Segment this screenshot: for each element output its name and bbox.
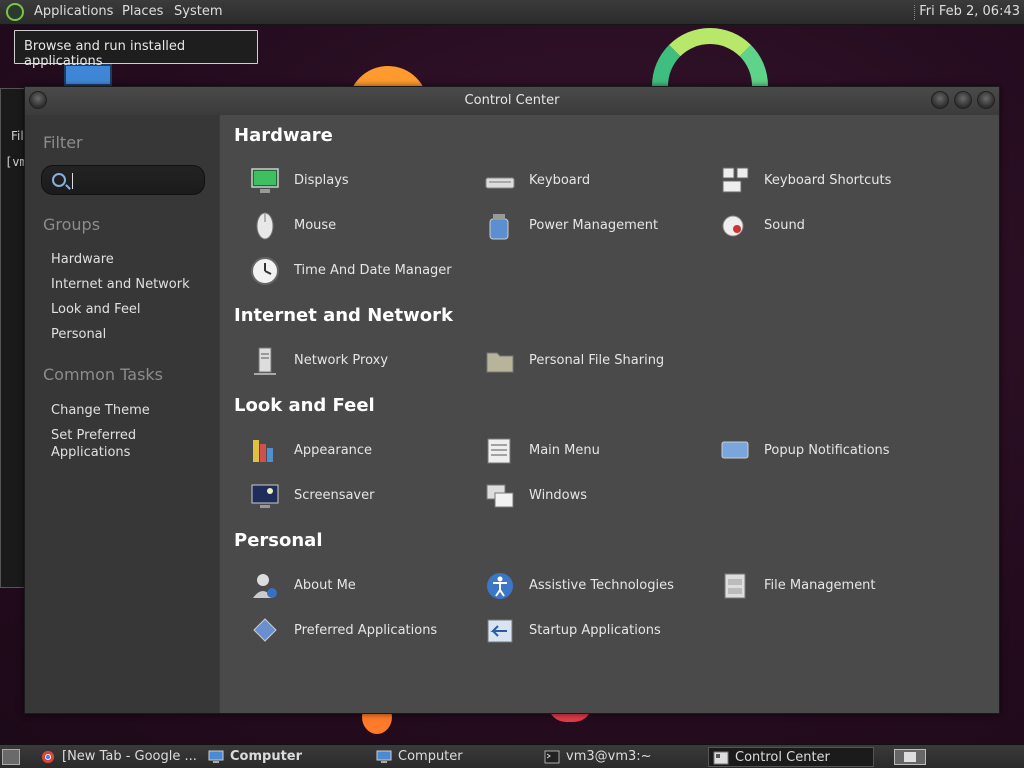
section-title-look-and-feel: Look and Feel <box>234 395 375 416</box>
launcher-windows[interactable]: Windows <box>469 478 699 514</box>
taskbar-item-computer-2[interactable]: Computer <box>372 747 536 767</box>
sound-icon <box>722 215 744 237</box>
section-title-personal: Personal <box>234 530 323 551</box>
startup-apps-icon <box>487 619 513 643</box>
launcher-mouse[interactable]: Mouse <box>234 208 464 244</box>
control-center-icon <box>713 751 729 765</box>
clock[interactable]: Fri Feb 2, 06:43 <box>919 4 1020 19</box>
taskbar-item-chrome[interactable]: [New Tab - Google ... <box>36 747 200 767</box>
close-button[interactable] <box>977 91 995 109</box>
task-link-preferred-apps[interactable]: Set Preferred Applications <box>51 427 161 461</box>
chrome-icon <box>41 750 55 764</box>
preferred-apps-icon <box>253 618 277 642</box>
accessibility-icon <box>487 573 513 599</box>
applications-menu-icon[interactable] <box>6 3 24 21</box>
top-panel: Applications Places System Fri Feb 2, 06… <box>0 0 1024 25</box>
taskbar-item-computer-1[interactable]: Computer <box>204 747 368 767</box>
keyboard-icon <box>485 177 515 189</box>
tooltip: Browse and run installed applications <box>14 30 258 69</box>
mouse-icon <box>256 212 274 240</box>
launcher-power-management[interactable]: Power Management <box>469 208 699 244</box>
workspace-switcher-icon[interactable] <box>894 749 926 765</box>
group-link-internet-network[interactable]: Internet and Network <box>51 276 211 293</box>
keyboard-shortcuts-icon <box>722 167 749 193</box>
notification-icon <box>721 441 749 459</box>
launcher-about-me[interactable]: About Me <box>234 568 464 604</box>
group-link-look-and-feel[interactable]: Look and Feel <box>51 301 211 318</box>
launcher-keyboard[interactable]: Keyboard <box>469 163 699 199</box>
taskbar-item-terminal[interactable]: vm3@vm3:~ <box>540 747 704 767</box>
text-cursor <box>72 173 73 189</box>
launcher-network-proxy[interactable]: Network Proxy <box>234 343 464 379</box>
places-menu[interactable]: Places <box>122 4 163 19</box>
control-center-window: Control Center Filter Groups Hardware In… <box>24 86 1000 714</box>
search-input[interactable] <box>41 165 205 195</box>
launcher-time-date[interactable]: Time And Date Manager <box>234 253 464 289</box>
computer-icon <box>376 750 392 763</box>
minimize-button[interactable] <box>931 91 949 109</box>
window-title: Control Center <box>464 93 560 108</box>
groups-heading: Groups <box>43 215 101 234</box>
launcher-preferred-applications[interactable]: Preferred Applications <box>234 613 464 649</box>
group-link-hardware[interactable]: Hardware <box>51 251 211 268</box>
clock-icon <box>251 257 279 285</box>
section-title-internet-network: Internet and Network <box>234 305 453 326</box>
terminal-icon <box>544 750 560 764</box>
computer-icon <box>208 750 224 763</box>
background-window-menu[interactable]: Fil <box>11 129 24 143</box>
sidebar: Filter Groups Hardware Internet and Netw… <box>25 115 219 713</box>
main-menu-icon <box>487 438 511 464</box>
launcher-assistive-technologies[interactable]: Assistive Technologies <box>469 568 699 604</box>
about-me-icon <box>253 574 277 598</box>
launcher-file-management[interactable]: File Management <box>704 568 934 604</box>
system-menu[interactable]: System <box>174 4 222 19</box>
launcher-appearance[interactable]: Appearance <box>234 433 464 469</box>
group-link-personal[interactable]: Personal <box>51 326 211 343</box>
applications-menu[interactable]: Applications <box>34 4 113 19</box>
folder-share-icon <box>486 352 514 373</box>
display-icon <box>251 168 279 193</box>
screensaver-icon <box>251 484 279 508</box>
filter-heading: Filter <box>43 133 83 152</box>
window-menu-button[interactable] <box>29 91 47 109</box>
launcher-screensaver[interactable]: Screensaver <box>234 478 464 514</box>
maximize-button[interactable] <box>954 91 972 109</box>
launcher-popup-notifications[interactable]: Popup Notifications <box>704 433 934 469</box>
taskbar-item-control-center[interactable]: Control Center <box>708 747 874 767</box>
content-area: Hardware Displays Keyboard Keyboard Shor… <box>220 115 999 713</box>
section-title-hardware: Hardware <box>234 125 333 146</box>
power-management-icon <box>489 214 509 240</box>
desktop: Applications Places System Fri Feb 2, 06… <box>0 0 1024 768</box>
launcher-startup-applications[interactable]: Startup Applications <box>469 613 699 649</box>
launcher-main-menu[interactable]: Main Menu <box>469 433 699 469</box>
file-management-icon <box>724 573 746 599</box>
launcher-sound[interactable]: Sound <box>704 208 934 244</box>
panel-separator <box>914 5 916 20</box>
launcher-keyboard-shortcuts[interactable]: Keyboard Shortcuts <box>704 163 934 199</box>
launcher-personal-file-sharing[interactable]: Personal File Sharing <box>469 343 699 379</box>
appearance-icon <box>253 440 273 462</box>
search-icon <box>52 173 66 187</box>
network-proxy-icon <box>254 347 276 375</box>
bottom-panel: [New Tab - Google ... Computer Computer … <box>0 744 1024 768</box>
background-window[interactable]: Fil [vm <box>0 88 27 588</box>
show-desktop-icon[interactable] <box>2 749 20 765</box>
launcher-displays[interactable]: Displays <box>234 163 464 199</box>
windows-icon <box>486 484 514 508</box>
task-link-change-theme[interactable]: Change Theme <box>51 402 211 419</box>
window-titlebar[interactable]: Control Center <box>25 87 999 115</box>
common-tasks-heading: Common Tasks <box>43 365 164 384</box>
